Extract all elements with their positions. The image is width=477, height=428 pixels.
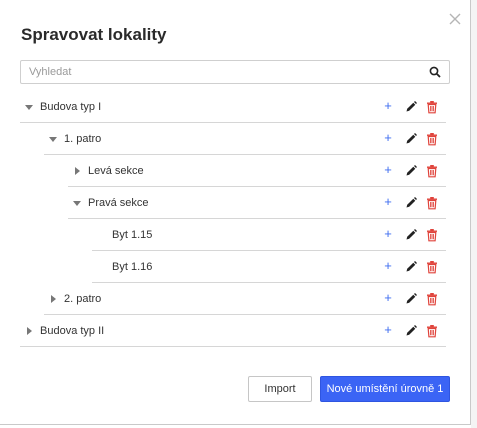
tree-row[interactable]: Budova typ I + [20,92,446,123]
plus-icon[interactable]: + [381,195,395,209]
tree-row-label: Budova typ II [40,325,105,337]
tree-row-label: Pravá sekce [88,197,149,209]
close-icon[interactable] [448,12,462,26]
trash-icon[interactable] [425,260,439,274]
tree-row-label: 2. patro [64,293,102,305]
trash-icon[interactable] [425,132,439,146]
manage-locations-dialog: Spravovat lokality Budova typ I +1. patro… [0,0,471,425]
caret-down-icon[interactable] [48,134,58,144]
plus-icon[interactable]: + [381,323,395,337]
trash-icon[interactable] [425,228,439,242]
tree-row[interactable]: 2. patro + [44,284,446,315]
pencil-icon[interactable] [404,228,418,242]
trash-icon[interactable] [425,164,439,178]
pencil-icon[interactable] [404,292,418,306]
pencil-icon[interactable] [404,196,418,210]
pencil-icon[interactable] [404,100,418,114]
caret-down-icon[interactable] [72,198,82,208]
plus-icon[interactable]: + [381,163,395,177]
trash-icon[interactable] [425,292,439,306]
tree-row[interactable]: Budova typ II + [20,316,446,347]
search-box [20,60,450,84]
pencil-icon[interactable] [404,164,418,178]
trash-icon[interactable] [425,324,439,338]
tree-row[interactable]: Pravá sekce + [68,188,446,219]
caret-right-icon[interactable] [48,294,58,304]
plus-icon[interactable]: + [381,259,395,273]
search-input[interactable] [21,61,421,83]
pencil-icon[interactable] [404,132,418,146]
plus-icon[interactable]: + [381,131,395,145]
trash-icon[interactable] [425,100,439,114]
search-icon[interactable] [429,66,441,78]
trash-icon[interactable] [425,196,439,210]
pencil-icon[interactable] [404,260,418,274]
caret-right-icon[interactable] [72,166,82,176]
tree-row-label: 1. patro [64,133,102,145]
dialog-title: Spravovat lokality [21,25,167,44]
tree-row[interactable]: Byt 1.15 + [92,220,446,251]
plus-icon[interactable]: + [381,291,395,305]
tree-row[interactable]: Levá sekce + [68,156,446,187]
caret-right-icon[interactable] [24,326,34,336]
tree-row-label: Byt 1.16 [112,261,153,273]
plus-icon[interactable]: + [381,227,395,241]
tree-row[interactable]: Byt 1.16 + [92,252,446,283]
tree-row[interactable]: 1. patro + [44,124,446,155]
import-button[interactable]: Import [248,376,312,402]
tree-row-label: Levá sekce [88,165,144,177]
caret-down-icon[interactable] [24,102,34,112]
tree-row-label: Byt 1.15 [112,229,153,241]
tree-row-label: Budova typ I [40,101,102,113]
pencil-icon[interactable] [404,324,418,338]
window-edge [471,0,477,428]
new-level1-location-button[interactable]: Nové umístění úrovně 1 [320,376,450,402]
plus-icon[interactable]: + [381,99,395,113]
